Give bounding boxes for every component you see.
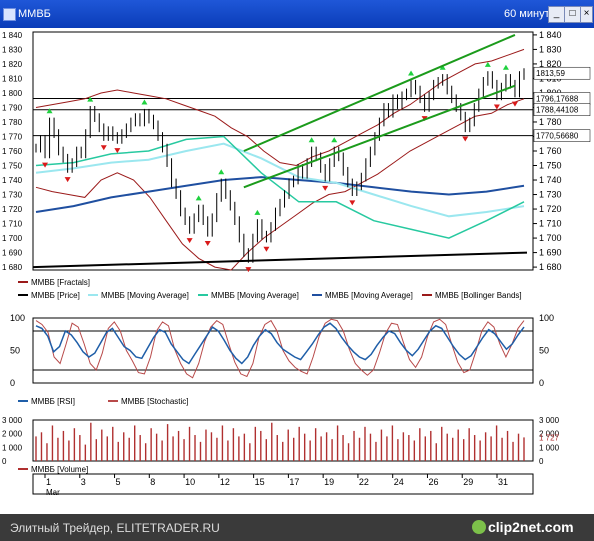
osc-tick-label: 50 bbox=[539, 346, 549, 356]
legend-label: ММВБ [Bollinger Bands] bbox=[435, 291, 522, 300]
price-tick-label-left: 1 830 bbox=[2, 45, 23, 54]
time-tick-label: 24 bbox=[394, 477, 404, 487]
osc-tick-label-left: 100 bbox=[10, 313, 25, 323]
price-tick-label-left: 1 840 bbox=[2, 31, 23, 40]
price-tick-label-left: 1 730 bbox=[2, 191, 23, 200]
time-axis-panel bbox=[32, 473, 534, 495]
price-tick-label: 1 740 bbox=[539, 175, 562, 185]
osc-tick-label: 0 bbox=[539, 378, 544, 388]
price-tick-label: 1 710 bbox=[539, 219, 562, 229]
time-tick-label: 19 bbox=[324, 477, 334, 487]
osc-tick-label-left: 0 bbox=[10, 378, 15, 388]
title-bar: ММВБ 60 минут _ □ × bbox=[0, 0, 594, 28]
value-marker-label: 1788,44108 bbox=[536, 106, 579, 115]
time-tick-label: 5 bbox=[116, 477, 121, 487]
legend-label: ММВБ [Fractals] bbox=[31, 278, 90, 287]
legend-label: ММВБ [Moving Average] bbox=[101, 291, 189, 300]
osc-tick-label: 100 bbox=[539, 313, 554, 323]
price-tick-label-left: 1 750 bbox=[2, 162, 23, 171]
price-tick-label: 1 830 bbox=[539, 44, 562, 54]
brand-icon bbox=[472, 520, 486, 534]
price-tick-label: 1 730 bbox=[539, 190, 562, 200]
footer-bar: Элитный Трейдер, ELITETRADER.RU clip2net… bbox=[0, 514, 594, 541]
value-marker-label: 1796,17688 bbox=[536, 95, 579, 104]
price-tick-label-left: 1 740 bbox=[2, 176, 23, 185]
time-tick-label: 26 bbox=[428, 477, 438, 487]
window-title: ММВБ bbox=[18, 8, 51, 20]
time-tick-label: 22 bbox=[359, 477, 369, 487]
price-tick-label-left: 1 790 bbox=[2, 103, 23, 112]
chart-area: 1 8401 8401 8301 8301 8201 8201 8101 810… bbox=[0, 28, 594, 514]
maximize-button[interactable]: □ bbox=[564, 6, 581, 23]
value-marker-label: 1813,59 bbox=[536, 69, 565, 78]
vol-tick-label: 3 000 bbox=[539, 416, 560, 425]
close-button[interactable]: × bbox=[580, 6, 593, 23]
price-tick-label-left: 1 680 bbox=[2, 263, 23, 272]
legend-label: ММВБ [Price] bbox=[31, 291, 80, 300]
brand-logo: clip2net.com bbox=[488, 519, 574, 535]
price-tick-label-left: 1 800 bbox=[2, 89, 23, 98]
time-tick-label: 31 bbox=[498, 477, 508, 487]
vol-tick-label-left: 0 bbox=[2, 457, 7, 466]
time-tick-label: 1 bbox=[46, 477, 51, 487]
time-tick-label: 17 bbox=[289, 477, 299, 487]
legend-label: ММВБ [RSI] bbox=[31, 397, 75, 406]
price-tick-label-left: 1 720 bbox=[2, 205, 23, 214]
vol-tick-label: 0 bbox=[539, 457, 544, 466]
price-tick-label-left: 1 780 bbox=[2, 118, 23, 127]
price-tick-label: 1 700 bbox=[539, 233, 562, 243]
price-tick-label: 1 690 bbox=[539, 248, 562, 258]
vol-tick-label: 1 000 bbox=[539, 443, 560, 452]
price-tick-label: 1 680 bbox=[539, 262, 562, 272]
price-tick-label: 1 720 bbox=[539, 204, 562, 214]
time-tick-label: 10 bbox=[185, 477, 195, 487]
price-tick-label: 1 760 bbox=[539, 146, 562, 156]
price-tick-label: 1 780 bbox=[539, 117, 562, 127]
price-tick-label: 1 750 bbox=[539, 161, 562, 171]
minimize-button[interactable]: _ bbox=[548, 6, 565, 23]
price-tick-label-left: 1 770 bbox=[2, 132, 23, 141]
period-label: 60 минут bbox=[504, 8, 550, 20]
legend-label: ММВБ [Stochastic] bbox=[121, 397, 189, 406]
legend-label: ММВБ [Volume] bbox=[31, 465, 88, 474]
legend-label: ММВБ [Moving Average] bbox=[325, 291, 413, 300]
credit-text: Элитный Трейдер, ELITETRADER.RU bbox=[10, 521, 220, 535]
price-tick-label-left: 1 820 bbox=[2, 60, 23, 69]
legend-label: ММВБ [Moving Average] bbox=[211, 291, 299, 300]
time-tick-label: 8 bbox=[150, 477, 155, 487]
time-tick-label: 3 bbox=[81, 477, 86, 487]
chart-svg: 1 8401 8401 8301 8301 8201 8201 8101 810… bbox=[2, 30, 591, 497]
price-tick-label-left: 1 760 bbox=[2, 147, 23, 156]
app-icon bbox=[3, 8, 16, 21]
time-month-label: Mar bbox=[46, 488, 60, 497]
vol-tick-label-left: 2 000 bbox=[2, 430, 23, 439]
price-tick-label-left: 1 690 bbox=[2, 249, 23, 258]
time-tick-label: 12 bbox=[220, 477, 230, 487]
price-tick-label: 1 840 bbox=[539, 30, 562, 40]
time-tick-label: 15 bbox=[255, 477, 265, 487]
vol-tick-label-left: 1 000 bbox=[2, 443, 23, 452]
value-marker-label: 1770,56680 bbox=[536, 132, 579, 141]
price-tick-label-left: 1 700 bbox=[2, 234, 23, 243]
price-tick-label-left: 1 710 bbox=[2, 220, 23, 229]
osc-tick-label-left: 50 bbox=[10, 346, 20, 356]
price-tick-label-left: 1 810 bbox=[2, 74, 23, 83]
vol-tick-label-left: 3 000 bbox=[2, 416, 23, 425]
time-tick-label: 29 bbox=[463, 477, 473, 487]
vol-marker-label: 1 727 bbox=[539, 433, 560, 442]
